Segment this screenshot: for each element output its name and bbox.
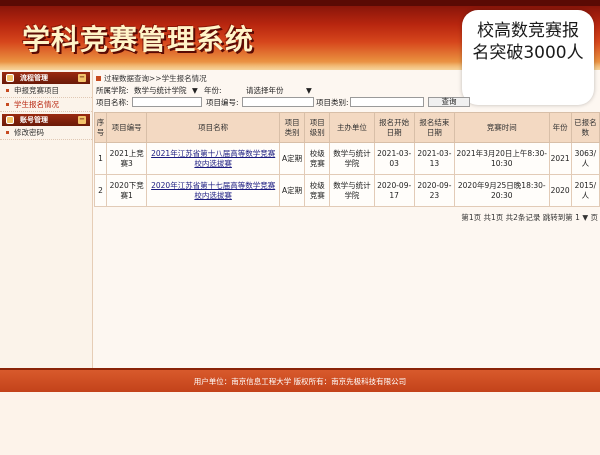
collapse-icon[interactable]: − <box>78 116 86 124</box>
table-row: 2 2020下竞赛1 2020年江苏省第十七届高等数学竞赛校内选拔赛 A定期 校… <box>93 174 600 207</box>
breadcrumb-icon <box>96 76 101 81</box>
cell-code: 2020下竞赛1 <box>106 174 148 207</box>
college-select[interactable]: 数学与统计学院 <box>134 85 187 97</box>
sidebar-section-account[interactable]: 账号管理 − <box>2 114 90 126</box>
sidebar-item-apply-project[interactable]: 申报竞赛项目 <box>0 84 92 98</box>
cell-count: 3063/人 <box>570 142 600 175</box>
col-header: 主办单位 <box>329 112 375 143</box>
filter-row-1: 所属学院: 数学与统计学院 ▼ 年份: 请选择年份 ▼ <box>94 85 600 97</box>
project-name-label: 项目名称: <box>96 98 129 107</box>
cell-code: 2021上竞赛3 <box>106 142 148 175</box>
chevron-down-icon[interactable]: ▼ <box>306 85 312 97</box>
sidebar-section-label: 流程管理 <box>20 74 48 82</box>
col-header: 报名结束日期 <box>413 112 456 143</box>
cell-start-date: 2020-09-17 <box>373 174 415 207</box>
sidebar-item-label: 学生报名情况 <box>14 100 59 109</box>
sidebar-item-student-registration[interactable]: 学生报名情况 <box>0 98 92 112</box>
folder-icon <box>6 116 14 124</box>
col-header: 竞赛时间 <box>454 112 550 143</box>
cell-level: 校级竞赛 <box>304 174 331 207</box>
header-top-line <box>0 0 600 6</box>
sidebar-item-change-password[interactable]: 修改密码 <box>0 126 92 140</box>
footer-text: 用户单位：南京信息工程大学 版权所有：南京先极科技有限公司 <box>193 377 407 386</box>
cell-index: 2 <box>93 174 108 207</box>
col-header: 序号 <box>93 112 108 143</box>
bullet-icon <box>6 131 9 134</box>
project-code-input[interactable] <box>242 97 314 107</box>
filter-row-2: 项目名称: 项目编号: 项目类别: 查询 <box>94 97 600 109</box>
chevron-down-icon[interactable]: ▼ <box>192 85 198 97</box>
col-header: 报名开始日期 <box>373 112 415 143</box>
cell-start-date: 2021-03-03 <box>373 142 415 175</box>
app-title: 学科竞赛管理系统 <box>22 23 255 56</box>
cell-end-date: 2020-09-23 <box>413 174 456 207</box>
cell-type: A定期 <box>279 174 306 207</box>
year-label: 年份: <box>204 86 222 95</box>
main-content: 过程数据查询>>学生报名情况 所属学院: 数学与统计学院 ▼ 年份: 请选择年份… <box>93 70 600 368</box>
query-button[interactable]: 查询 <box>428 97 470 107</box>
project-code-label: 项目编号: <box>206 98 239 107</box>
folder-icon <box>6 74 14 82</box>
col-header: 项目类别 <box>279 112 306 143</box>
col-header: 项目名称 <box>146 112 281 143</box>
pagination[interactable]: 第1页 共1页 共2条记录 跳转到第 1 ▼ 页 <box>461 212 598 223</box>
cell-index: 1 <box>93 142 108 175</box>
sidebar-section-label: 账号管理 <box>20 116 48 124</box>
bullet-icon <box>6 103 9 106</box>
cell-count: 2015/人 <box>570 174 600 207</box>
cell-project-name-link[interactable]: 2020年江苏省第十七届高等数学竞赛校内选拔赛 <box>146 174 281 207</box>
cell-contest-time: 2021年3月20日上午8:30-10:30 <box>454 142 550 175</box>
bullet-icon <box>6 89 9 92</box>
collapse-icon[interactable]: − <box>78 74 86 82</box>
project-type-input[interactable] <box>350 97 424 107</box>
project-name-input[interactable] <box>132 97 202 107</box>
breadcrumb-text: 过程数据查询>>学生报名情况 <box>104 74 207 83</box>
cell-end-date: 2021-03-13 <box>413 142 456 175</box>
breadcrumb: 过程数据查询>>学生报名情况 <box>94 73 600 85</box>
sidebar-item-label: 修改密码 <box>14 128 44 137</box>
cell-project-name-link[interactable]: 2021年江苏省第十八届高等数学竞赛校内选拔赛 <box>146 142 281 175</box>
col-header: 项目编号 <box>106 112 148 143</box>
cell-level: 校级竞赛 <box>304 142 331 175</box>
cell-year: 2021 <box>548 142 572 175</box>
cell-year: 2020 <box>548 174 572 207</box>
college-label: 所属学院: <box>96 86 129 95</box>
col-header: 年份 <box>548 112 572 143</box>
table-header-row: 序号 项目编号 项目名称 项目类别 项目级别 主办单位 报名开始日期 报名结束日… <box>93 112 600 143</box>
registration-table: 序号 项目编号 项目名称 项目类别 项目级别 主办单位 报名开始日期 报名结束日… <box>93 112 600 207</box>
cell-type: A定期 <box>279 142 306 175</box>
page-bottom-area <box>0 392 600 455</box>
col-header: 项目级别 <box>304 112 331 143</box>
project-type-label: 项目类别: <box>316 98 349 107</box>
cell-contest-time: 2020年9月25日晚18:30-20:30 <box>454 174 550 207</box>
cell-host: 数学与统计学院 <box>329 174 375 207</box>
sidebar-item-label: 申报竞赛项目 <box>14 86 59 95</box>
cell-host: 数学与统计学院 <box>329 142 375 175</box>
sidebar: 流程管理 − 申报竞赛项目 学生报名情况 账号管理 − 修改密码 <box>0 70 93 368</box>
col-header: 已报名数 <box>570 112 600 143</box>
year-select[interactable]: 请选择年份 <box>246 85 284 97</box>
table-row: 1 2021上竞赛3 2021年江苏省第十八届高等数学竞赛校内选拔赛 A定期 校… <box>93 142 600 175</box>
sidebar-section-process[interactable]: 流程管理 − <box>2 72 90 84</box>
footer: 用户单位：南京信息工程大学 版权所有：南京先极科技有限公司 <box>0 368 600 392</box>
overlay-caption: 校高数竞赛报名突破3000人 <box>472 21 584 63</box>
